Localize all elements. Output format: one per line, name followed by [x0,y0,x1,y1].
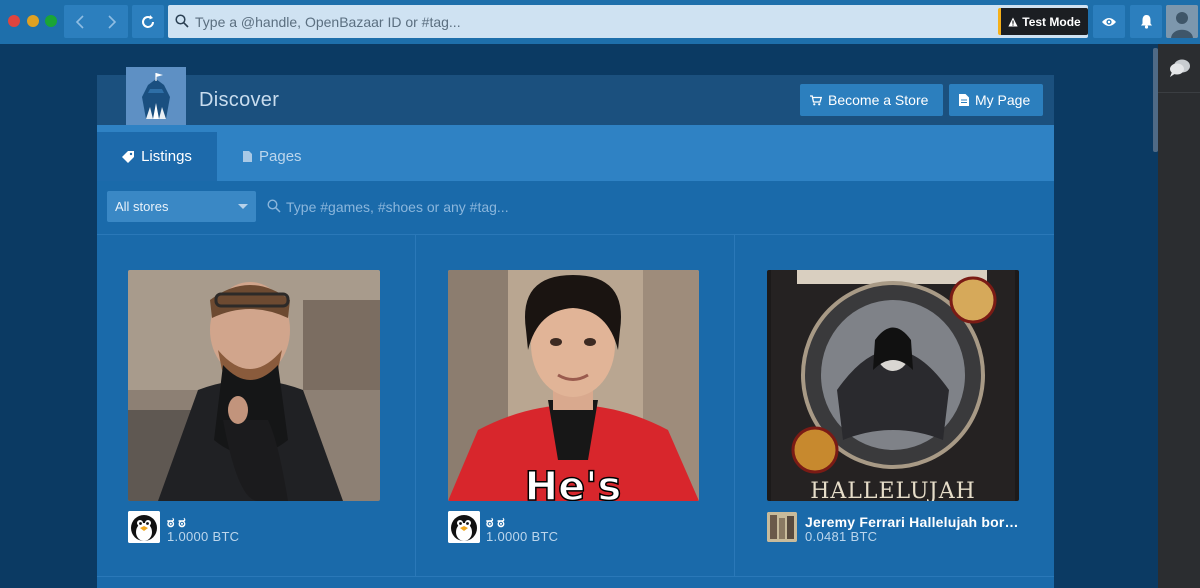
listing-image[interactable] [128,270,380,501]
store-filter-value: All stores [115,199,169,214]
listing-photo-book-cover: HALLELUJAH [767,270,1019,501]
window-minimize-button[interactable] [27,15,39,27]
window-close-button[interactable] [8,15,20,27]
listings-grid: ಠ ಠ 1.0000 BTC He's ಠ ಠ 1.0000 BTC HALLE… [97,234,1054,588]
tab-bar: Listings Pages [97,125,1054,181]
tag-search [267,191,767,222]
caret-down-icon [238,204,248,209]
filter-bar: All stores [97,181,1054,233]
listing-title[interactable]: Jeremy Ferrari Hallelujah bor… [805,514,1020,530]
my-page-button[interactable]: My Page [949,84,1043,116]
listing-image[interactable]: He's [448,270,699,501]
address-bar: Test Mode [168,5,1088,38]
cart-icon [810,94,822,105]
document-icon [243,151,252,162]
become-store-label: Become a Store [828,92,929,108]
refresh-icon [142,14,154,28]
store-filter-select[interactable]: All stores [107,191,256,222]
user-avatar-button[interactable] [1166,5,1198,38]
chat-sidebar [1158,44,1200,588]
book-thumbnail-icon [767,512,797,542]
tab-listings-label: Listings [141,148,192,165]
listing-photo-man-red-shirt: He's [448,270,699,501]
search-icon [267,199,281,213]
notifications-button[interactable] [1130,5,1162,38]
document-icon [959,94,969,106]
eye-icon [1102,17,1116,26]
page-title: Discover [199,89,280,111]
user-avatar-icon [1166,5,1198,38]
my-page-label: My Page [975,92,1031,108]
back-button[interactable] [64,5,96,38]
store-avatar[interactable] [448,511,480,543]
chevron-left-icon [75,14,84,29]
test-mode-badge[interactable]: Test Mode [998,8,1088,35]
nav-buttons [64,5,128,38]
penguin-avatar-icon [128,511,160,543]
openbazaar-logo [126,67,186,125]
listing-price: 1.0000 BTC [486,529,559,544]
chat-button[interactable] [1169,58,1191,83]
search-icon [175,14,189,28]
store-avatar[interactable] [767,512,797,542]
warning-icon [1008,17,1018,26]
listing-card[interactable]: ಠ ಠ 1.0000 BTC [97,235,416,577]
top-bar: Test Mode [0,0,1200,44]
chat-bubbles-icon [1170,59,1190,77]
tab-pages[interactable]: Pages [243,132,302,181]
listing-card[interactable]: He's ಠ ಠ 1.0000 BTC [416,235,735,577]
chevron-right-icon [108,14,117,29]
panel-header: Discover Become a Store My Page [97,67,1054,125]
openbazaar-logo-icon [126,67,186,125]
visibility-button[interactable] [1093,5,1125,38]
image-caption: He's [525,464,622,501]
scrollbar[interactable] [1153,48,1158,152]
listing-card[interactable]: HALLELUJAH Jeremy Ferrari Hallelujah bor… [735,235,1054,577]
window-maximize-button[interactable] [45,15,57,27]
sidebar-divider [1158,92,1200,93]
store-avatar[interactable] [128,511,160,543]
penguin-avatar-icon [448,511,480,543]
tab-listings[interactable]: Listings [97,132,217,181]
listing-image[interactable]: HALLELUJAH [767,270,1019,501]
tab-pages-label: Pages [259,148,302,165]
tag-icon [122,150,135,163]
listing-price: 0.0481 BTC [805,529,878,544]
tag-search-input[interactable] [286,191,766,222]
book-cover-lettering: HALLELUJAH [810,479,976,501]
forward-button[interactable] [96,5,128,38]
discover-panel: Discover Become a Store My Page Listings… [97,67,1054,588]
test-mode-label: Test Mode [1022,14,1081,29]
address-input[interactable] [195,5,995,38]
become-store-button[interactable]: Become a Store [800,84,943,116]
listing-photo-man-scarf [128,270,380,501]
refresh-button[interactable] [132,5,164,38]
listing-price: 1.0000 BTC [167,529,240,544]
bell-icon [1140,15,1152,29]
